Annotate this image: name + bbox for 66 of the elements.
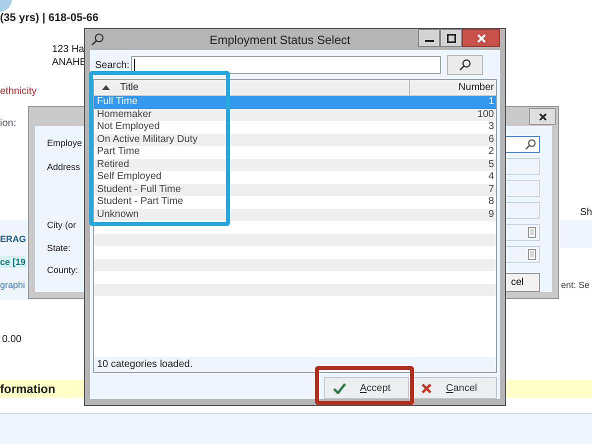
checkmark-icon bbox=[333, 382, 346, 394]
table-cell: 1 bbox=[488, 96, 494, 108]
maximize-button[interactable] bbox=[440, 29, 462, 47]
accept-button[interactable]: Accept bbox=[324, 377, 409, 399]
calendar-icon bbox=[528, 249, 536, 260]
cross-icon bbox=[421, 382, 432, 394]
address-text: 123 Ha bbox=[52, 44, 84, 55]
table-cell: 8 bbox=[488, 196, 494, 208]
coverage-panel bbox=[560, 220, 592, 248]
calendar-icon bbox=[528, 227, 536, 238]
field-label: County: bbox=[47, 265, 78, 275]
field-label: City (or bbox=[47, 220, 76, 230]
field-label: Address bbox=[47, 162, 80, 172]
table-cell: Retired bbox=[97, 158, 130, 171]
table-cell: Part Time bbox=[97, 146, 140, 158]
column-header[interactable]: Number bbox=[410, 80, 496, 95]
table-row[interactable]: Retired 5 bbox=[94, 158, 496, 171]
close-button[interactable] bbox=[462, 29, 500, 47]
section-heading: ERAG bbox=[0, 234, 26, 244]
field-label: Sh bbox=[580, 207, 592, 218]
demographics-link[interactable]: graphi bbox=[0, 280, 26, 290]
table-row[interactable]: On Active Military Duty 6 bbox=[94, 134, 496, 146]
table-cell: Student - Full Time bbox=[97, 184, 181, 196]
close-icon bbox=[538, 112, 546, 120]
field-label: ion: bbox=[0, 118, 16, 129]
table-cell: Self Employed bbox=[97, 171, 162, 184]
ethnicity-link[interactable]: ethnicity bbox=[0, 86, 37, 97]
search-icon bbox=[525, 139, 536, 150]
table-cell: 6 bbox=[488, 134, 494, 146]
table-cell: 7 bbox=[488, 184, 494, 196]
table-cell: On Active Military Duty bbox=[97, 134, 198, 146]
field-label: ent: Se bbox=[561, 280, 590, 290]
search-label: Search: bbox=[95, 60, 130, 70]
search-icon bbox=[459, 59, 472, 71]
table-cell: 5 bbox=[488, 158, 494, 171]
column-header[interactable]: Title bbox=[94, 80, 410, 95]
status-text: 10 categories loaded. bbox=[94, 357, 496, 372]
table-cell: Full Time bbox=[97, 96, 138, 108]
table-cell: 100 bbox=[477, 108, 494, 121]
table-row[interactable]: Unknown 9 bbox=[94, 208, 496, 221]
maximize-icon bbox=[446, 34, 456, 42]
close-button[interactable] bbox=[529, 108, 556, 125]
field-label: State: bbox=[47, 243, 71, 253]
table-cell: Unknown bbox=[97, 208, 139, 221]
table-cell: Student - Part Time bbox=[97, 196, 184, 208]
search-button[interactable] bbox=[447, 55, 484, 75]
minimize-button[interactable] bbox=[418, 29, 440, 47]
amount-text: 0.00 bbox=[2, 334, 22, 345]
search-icon bbox=[91, 33, 104, 46]
window-title: Employment Status Select bbox=[208, 32, 352, 46]
table-cell: Homemaker bbox=[97, 108, 152, 121]
table-cell: Not Employed bbox=[97, 121, 160, 134]
close-icon bbox=[476, 34, 486, 42]
cancel-button[interactable]: Cancel bbox=[412, 377, 497, 399]
table-cell: 3 bbox=[488, 121, 494, 134]
minimize-icon bbox=[424, 40, 434, 42]
table-row[interactable]: Student - Full Time 7 bbox=[94, 184, 496, 196]
patient-info: (35 yrs) | 618-05-66 bbox=[0, 12, 98, 25]
field-label: Employe bbox=[47, 138, 82, 148]
coverage-item[interactable]: ce [19 bbox=[0, 256, 26, 268]
search-field[interactable] bbox=[131, 56, 442, 74]
table-row[interactable]: Homemaker 100 bbox=[94, 108, 496, 121]
table-cell: 2 bbox=[488, 146, 494, 158]
table-cell: 4 bbox=[488, 171, 494, 184]
table-cell: 9 bbox=[488, 208, 494, 221]
section-heading: formation bbox=[0, 382, 56, 396]
